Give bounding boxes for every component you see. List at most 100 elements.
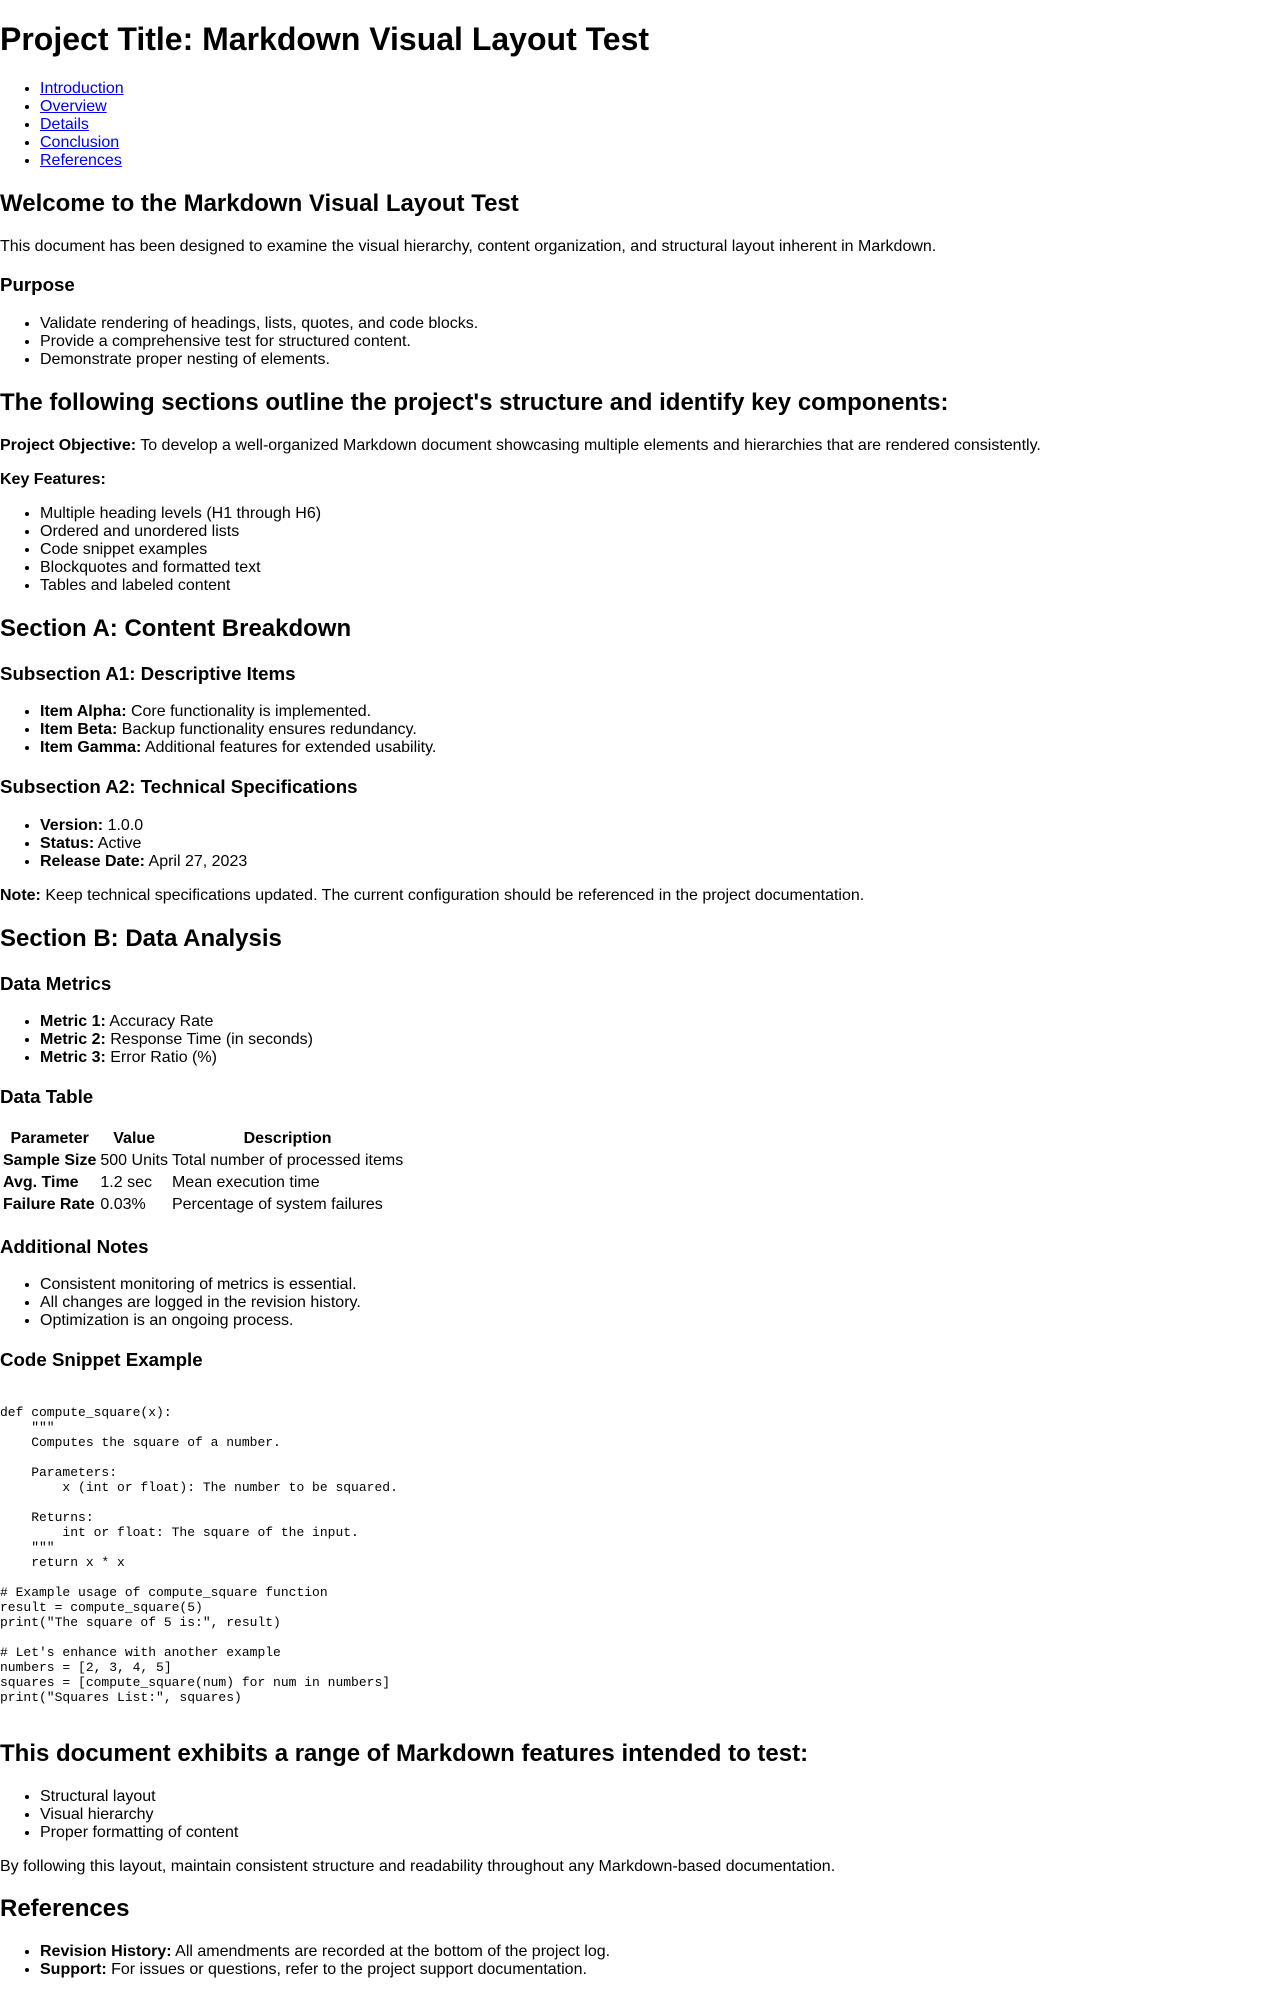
features-label: Key Features: [0,470,106,488]
welcome-heading: Welcome to the Markdown Visual Layout Te… [0,189,519,217]
list-item: Provide a comprehensive test for structu… [40,333,1280,351]
list-item: Structural layout [40,1788,1280,1806]
table-of-contents: Introduction Overview Details Conclusion… [0,80,1280,170]
table-cell: 1.2 sec [100,1173,152,1191]
data-table: Parameter Value Description Sample Size … [0,1127,406,1217]
features-list: Multiple heading levels (H1 through H6) … [0,505,1280,595]
item-label: Release Date: [40,852,145,870]
objective-text: To develop a well-organized Markdown doc… [136,436,1041,454]
data-metrics-heading: Data Metrics [0,972,112,994]
column-header: Description [243,1129,332,1147]
toc-link-details[interactable]: Details [40,116,89,133]
table-cell: Sample Size [3,1151,97,1169]
features-paragraph: Key Features: [0,471,1280,489]
toc-item: References [40,152,1280,170]
column-header: Parameter [10,1129,89,1147]
list-item: Item Alpha: Core functionality is implem… [40,703,1280,721]
toc-link-references[interactable]: References [40,152,122,169]
list-item: Proper formatting of content [40,1824,1280,1842]
item-text: All amendments are recorded at the botto… [171,1943,611,1961]
code-snippet-heading: Code Snippet Example [0,1349,203,1371]
item-label: Metric 3: [40,1049,106,1067]
list-item: Demonstrate proper nesting of elements. [40,351,1280,369]
table-cell: Failure Rate [3,1195,95,1213]
structure-heading: The following sections outline the proje… [0,389,949,417]
table-cell: 0.03% [100,1195,146,1213]
list-item: All changes are logged in the revision h… [40,1294,1280,1312]
table-row: Avg. Time 1.2 sec Mean execution time [2,1173,404,1193]
item-text: 1.0.0 [103,816,144,834]
list-item: Metric 3: Error Ratio (%) [40,1049,1280,1067]
list-item: Item Gamma: Additional features for exte… [40,739,1280,757]
item-label: Item Gamma: [40,739,142,757]
a1-list: Item Alpha: Core functionality is implem… [0,703,1280,757]
toc-item: Conclusion [40,134,1280,152]
list-item: Metric 2: Response Time (in seconds) [40,1031,1280,1049]
list-item: Blockquotes and formatted text [40,559,1280,577]
notes-list: Consistent monitoring of metrics is esse… [0,1276,1280,1330]
list-item: Validate rendering of headings, lists, q… [40,315,1280,333]
table-cell: Percentage of system failures [171,1195,383,1213]
list-item: Release Date: April 27, 2023 [40,853,1280,871]
item-label: Metric 2: [40,1031,106,1049]
table-row: Sample Size 500 Units Total number of pr… [2,1151,404,1171]
item-label: Version: [40,816,104,834]
code-block: def compute_square(x): """ Computes the … [0,1404,398,1705]
references-list: Revision History: All amendments are rec… [0,1943,1280,1979]
item-label: Revision History: [40,1943,172,1961]
list-item: Revision History: All amendments are rec… [40,1943,1280,1961]
column-header: Value [113,1129,156,1147]
additional-notes-heading: Additional Notes [0,1235,149,1257]
toc-item: Overview [40,98,1280,116]
toc-item: Details [40,116,1280,134]
toc-link-introduction[interactable]: Introduction [40,80,124,97]
list-item: Consistent monitoring of metrics is esse… [40,1276,1280,1294]
list-item: Multiple heading levels (H1 through H6) [40,505,1280,523]
purpose-list: Validate rendering of headings, lists, q… [0,315,1280,369]
list-item: Metric 1: Accuracy Rate [40,1013,1280,1031]
toc-link-conclusion[interactable]: Conclusion [40,134,119,151]
table-cell: Mean execution time [171,1173,320,1191]
table-row: Failure Rate 0.03% Percentage of system … [2,1195,404,1215]
list-item: Version: 1.0.0 [40,817,1280,835]
item-label: Item Alpha: [40,703,127,721]
data-table-heading: Data Table [0,1086,94,1108]
item-text: Active [94,834,142,852]
table-cell: Total number of processed items [171,1151,404,1169]
conclusion-text: By following this layout, maintain consi… [0,1857,836,1875]
objective-label: Project Objective: [0,436,137,454]
welcome-text: This document has been designed to exami… [0,237,937,255]
conclusion-list: Structural layout Visual hierarchy Prope… [0,1788,1280,1842]
note-label: Note: [0,886,41,904]
item-text: Error Ratio (%) [105,1049,217,1067]
toc-item: Introduction [40,80,1280,98]
a2-list: Version: 1.0.0 Status: Active Release Da… [0,817,1280,871]
metrics-list: Metric 1: Accuracy Rate Metric 2: Respon… [0,1013,1280,1067]
list-item: Support: For issues or questions, refer … [40,1961,1280,1979]
item-text: Backup functionality ensures redundancy. [117,721,417,739]
list-item: Item Beta: Backup functionality ensures … [40,721,1280,739]
note-text: Keep technical specifications updated. T… [40,886,865,904]
item-label: Metric 1: [40,1013,106,1031]
list-item: Optimization is an ongoing process. [40,1312,1280,1330]
table-cell: 500 Units [100,1151,168,1169]
item-text: Response Time (in seconds) [105,1031,313,1049]
item-text: For issues or questions, refer to the pr… [106,1961,587,1979]
objective-paragraph: Project Objective: To develop a well-org… [0,437,1280,455]
item-text: Additional features for extended usabili… [141,739,437,757]
table-cell: Avg. Time [3,1173,79,1191]
section-a-heading: Section A: Content Breakdown [0,614,352,642]
subsection-a1-heading: Subsection A1: Descriptive Items [0,662,296,684]
list-item: Tables and labeled content [40,577,1280,595]
toc-link-overview[interactable]: Overview [40,98,107,115]
item-text: Accuracy Rate [105,1013,214,1031]
subsection-a2-heading: Subsection A2: Technical Specifications [0,776,358,798]
item-label: Status: [40,834,95,852]
note-paragraph: Note: Keep technical specifications upda… [0,887,1280,905]
list-item: Code snippet examples [40,541,1280,559]
list-item: Status: Active [40,835,1280,853]
item-text: April 27, 2023 [144,852,248,870]
item-label: Support: [40,1961,107,1979]
list-item: Ordered and unordered lists [40,523,1280,541]
purpose-heading: Purpose [0,274,75,296]
